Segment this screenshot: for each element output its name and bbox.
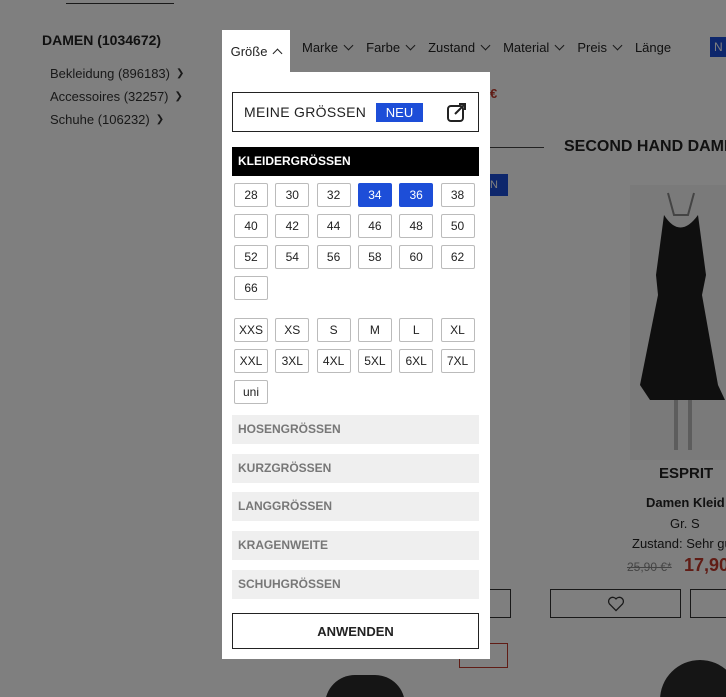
size-option[interactable]: 38 [440, 183, 475, 207]
size-option[interactable]: 44 [316, 214, 351, 238]
external-link-icon [447, 103, 466, 122]
my-sizes-button[interactable]: MEINE GRÖSSEN NEU [232, 92, 479, 132]
filter-groesse-tab[interactable]: Größe [222, 30, 290, 74]
size-option[interactable]: 5XL [357, 349, 392, 373]
size-option[interactable]: 54 [275, 245, 310, 269]
section-kragenweite[interactable]: KRAGENWEITE [232, 531, 479, 560]
size-option[interactable]: XXL [234, 349, 268, 373]
size-option[interactable]: 56 [316, 245, 351, 269]
size-option[interactable]: 60 [399, 245, 434, 269]
chevron-up-icon [272, 48, 283, 58]
size-option[interactable]: 58 [357, 245, 392, 269]
section-kurzgroessen[interactable]: KURZGRÖSSEN [232, 454, 479, 483]
size-option[interactable]: 3XL [275, 349, 310, 373]
size-option[interactable]: 6XL [399, 349, 434, 373]
size-option[interactable]: 28 [234, 183, 268, 207]
size-option[interactable]: 30 [275, 183, 310, 207]
size-option[interactable]: 62 [440, 245, 475, 269]
size-option[interactable]: uni [234, 380, 268, 404]
size-option[interactable]: 46 [357, 214, 392, 238]
size-option[interactable]: 4XL [316, 349, 351, 373]
size-option[interactable]: XXS [234, 318, 268, 342]
size-option[interactable]: 40 [234, 214, 268, 238]
size-option[interactable]: XL [440, 318, 475, 342]
size-option[interactable]: 52 [234, 245, 268, 269]
apply-button[interactable]: ANWENDEN [232, 613, 479, 649]
clothing-sizes-header[interactable]: KLEIDERGRÖSSEN [232, 147, 479, 176]
size-option[interactable]: 42 [275, 214, 310, 238]
size-option[interactable]: 48 [399, 214, 434, 238]
section-schuhgroessen[interactable]: SCHUHGRÖSSEN [232, 570, 479, 599]
section-langgroessen[interactable]: LANGGRÖSSEN [232, 492, 479, 521]
size-option[interactable]: XS [275, 318, 310, 342]
size-option[interactable]: L [399, 318, 434, 342]
size-option[interactable]: 50 [440, 214, 475, 238]
size-option[interactable]: 36 [399, 183, 434, 207]
size-option[interactable]: 66 [234, 276, 268, 300]
new-badge: NEU [376, 103, 423, 122]
size-option[interactable]: 32 [316, 183, 351, 207]
size-option[interactable]: M [357, 318, 392, 342]
size-filter-dropdown: MEINE GRÖSSEN NEU KLEIDERGRÖSSEN 28 30 32 3… [222, 72, 490, 659]
size-option[interactable]: S [316, 318, 351, 342]
section-hosengroessen[interactable]: HOSENGRÖSSEN [232, 415, 479, 444]
size-option[interactable]: 34 [357, 183, 392, 207]
size-option[interactable]: 7XL [440, 349, 475, 373]
